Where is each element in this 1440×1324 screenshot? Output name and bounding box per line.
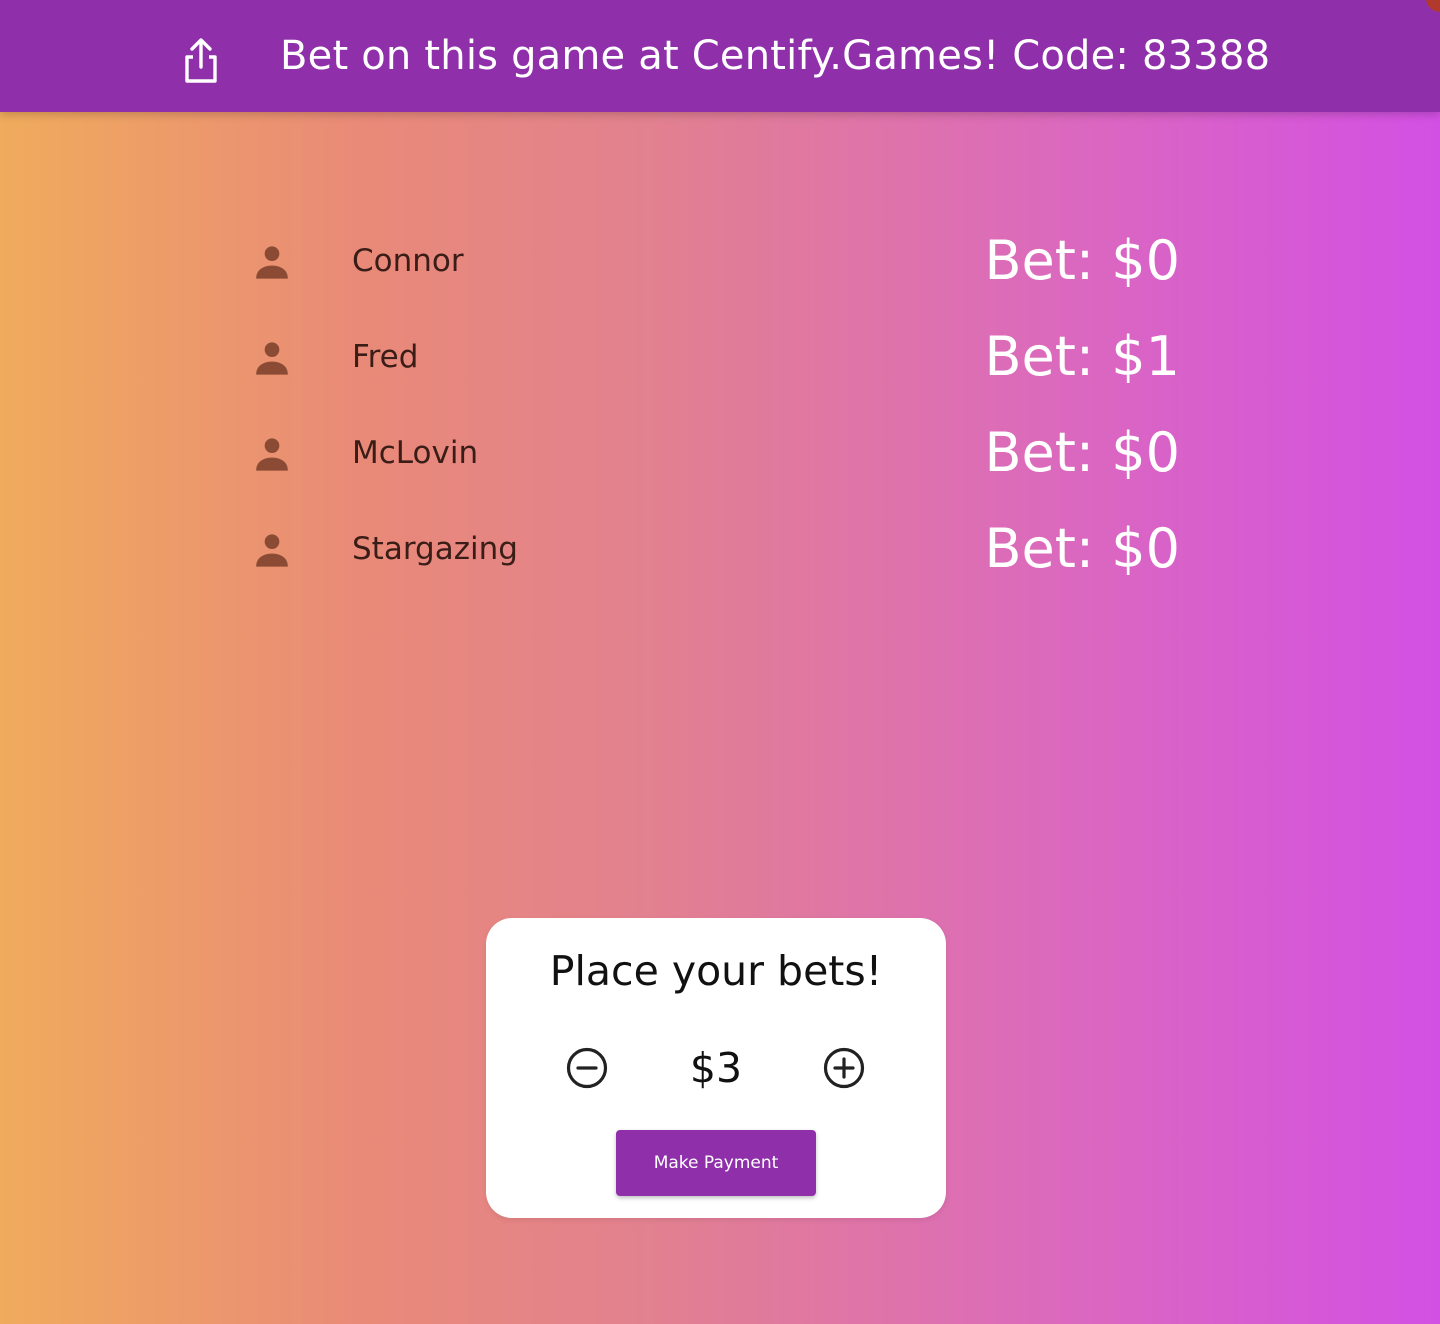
player-bet: Bet: $0 <box>984 517 1180 580</box>
player-row: Fred Bet: $1 <box>246 310 1186 406</box>
share-icon <box>185 38 217 83</box>
player-bet: Bet: $0 <box>984 421 1180 484</box>
make-payment-button[interactable]: Make Payment <box>616 1130 816 1196</box>
player-row: McLovin Bet: $0 <box>246 406 1186 502</box>
player-row: Stargazing Bet: $0 <box>246 502 1186 598</box>
plus-circle-icon[interactable] <box>822 1046 866 1090</box>
game-page: Bet on this game at Centify.Games! Code:… <box>0 0 1440 1324</box>
person-icon <box>256 246 288 279</box>
person-icon <box>256 342 288 375</box>
player-name: Stargazing <box>352 531 518 567</box>
player-row: Connor Bet: $0 <box>246 214 1186 310</box>
person-icon <box>256 438 288 471</box>
player-list: Connor Bet: $0 Fred Bet: $1 McLovin Bet:… <box>246 214 1186 598</box>
player-bet: Bet: $0 <box>984 229 1180 292</box>
player-bet: Bet: $1 <box>984 325 1180 388</box>
game-code-banner: Bet on this game at Centify.Games! Code:… <box>280 33 1271 79</box>
corner-indicator <box>1426 0 1440 12</box>
player-name: McLovin <box>352 435 479 471</box>
player-name: Fred <box>352 339 419 375</box>
bet-panel-title: Place your bets! <box>549 947 883 995</box>
player-name: Connor <box>352 243 464 279</box>
bet-panel: Place your bets! $3 Make Payment <box>486 918 946 1218</box>
top-app-bar: Bet on this game at Centify.Games! Code:… <box>0 0 1440 112</box>
person-icon <box>256 534 288 567</box>
share-button[interactable] <box>172 32 230 90</box>
minus-circle-icon[interactable] <box>565 1046 609 1090</box>
bet-amount-value: $3 <box>689 1044 743 1092</box>
